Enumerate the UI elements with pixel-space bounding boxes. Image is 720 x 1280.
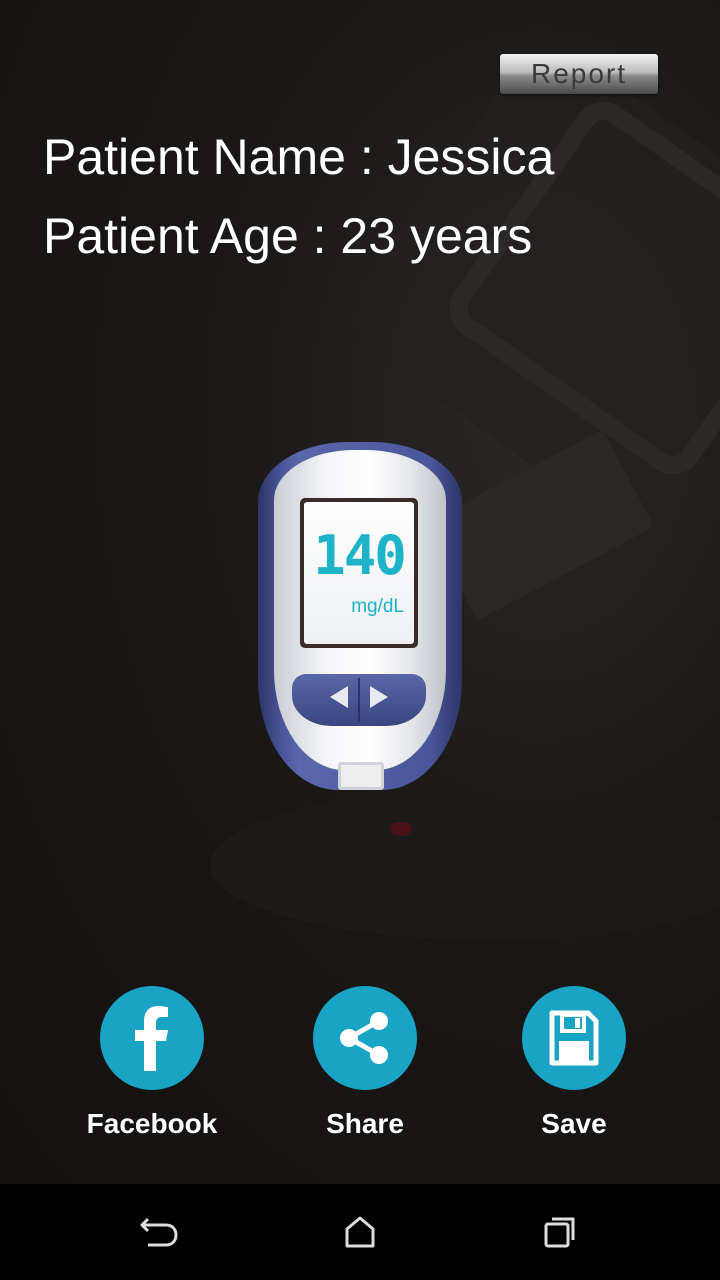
patient-age: Patient Age : 23 years bbox=[43, 208, 533, 264]
meter-strip-port bbox=[338, 762, 384, 790]
meter-lcd: 140 mg/dL bbox=[304, 502, 414, 644]
meter-buttons bbox=[292, 674, 426, 726]
facebook-icon bbox=[100, 986, 204, 1090]
share-icon bbox=[313, 986, 417, 1090]
system-navbar bbox=[0, 1184, 720, 1280]
home-icon[interactable] bbox=[332, 1204, 388, 1260]
recent-apps-icon[interactable] bbox=[532, 1204, 588, 1260]
share-label: Share bbox=[326, 1108, 404, 1139]
bg-finger bbox=[210, 790, 720, 940]
bg-blood-drop bbox=[390, 822, 412, 836]
meter-right-arrow-icon bbox=[370, 686, 388, 708]
patient-name: Patient Name : Jessica bbox=[43, 129, 555, 185]
save-button[interactable]: Save bbox=[504, 986, 644, 1140]
back-icon[interactable] bbox=[132, 1204, 188, 1260]
glucose-unit: mg/dL bbox=[351, 596, 404, 617]
report-button[interactable]: Report bbox=[500, 54, 658, 94]
facebook-label: Facebook bbox=[86, 1108, 218, 1139]
meter-divider bbox=[358, 678, 360, 722]
meter-screen: 140 mg/dL bbox=[300, 498, 418, 648]
share-button[interactable]: Share bbox=[295, 986, 435, 1140]
glucose-meter: 140 mg/dL bbox=[258, 442, 462, 790]
glucose-reading: 140 bbox=[313, 524, 407, 587]
save-icon bbox=[522, 986, 626, 1090]
facebook-button[interactable]: Facebook bbox=[82, 986, 222, 1140]
meter-left-arrow-icon bbox=[330, 686, 348, 708]
save-label: Save bbox=[541, 1108, 607, 1139]
